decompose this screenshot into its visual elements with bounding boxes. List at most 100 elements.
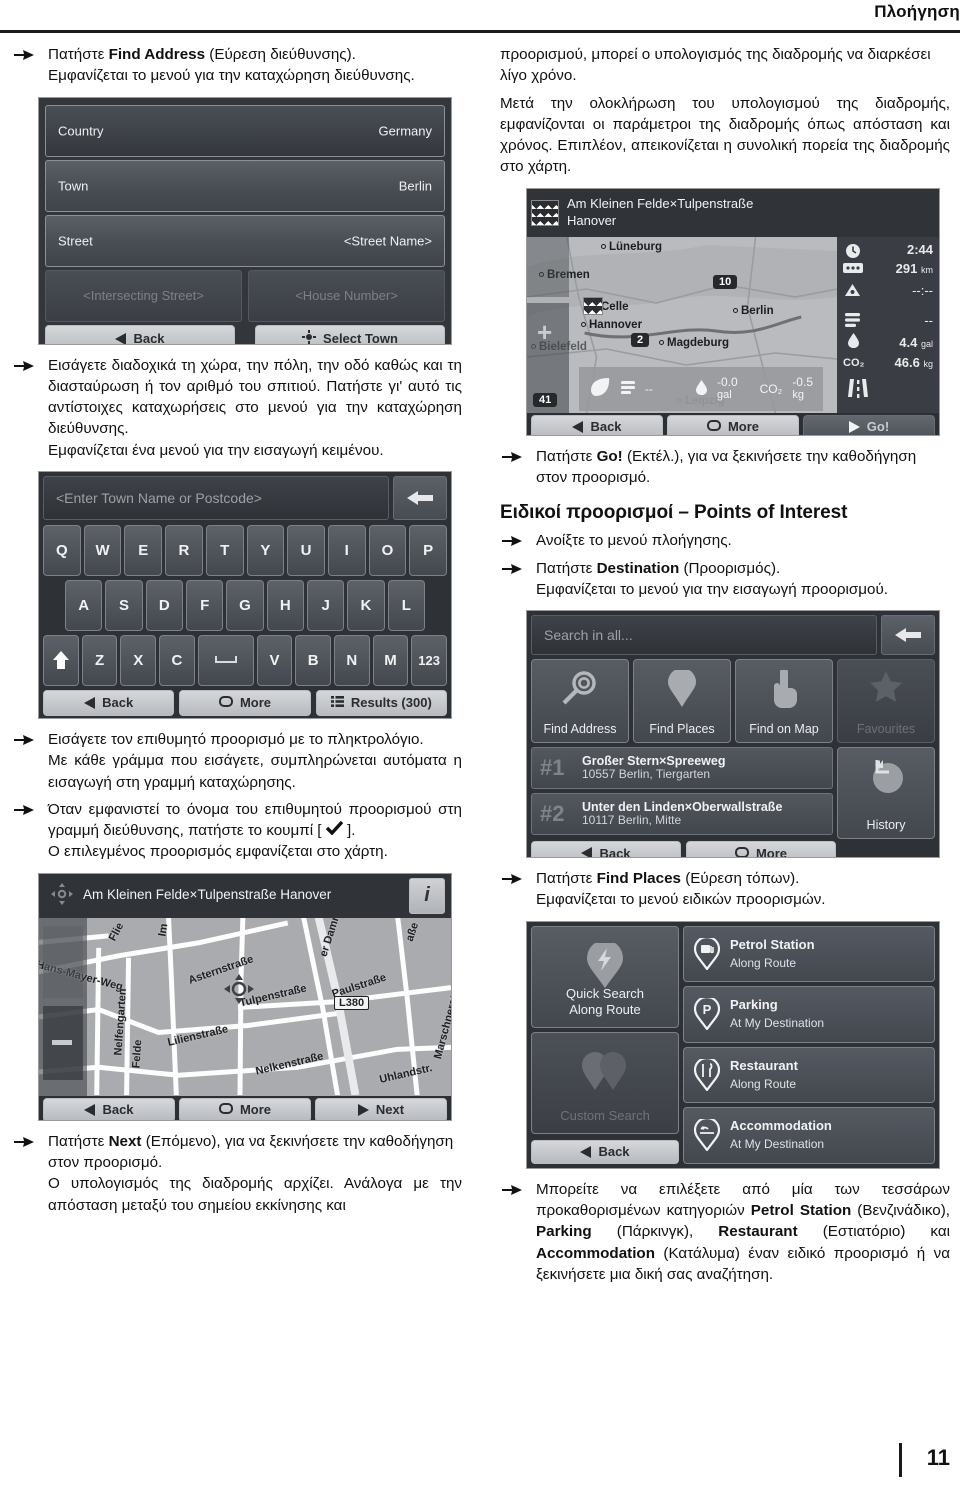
more-button[interactable]: More — [179, 1097, 311, 1120]
favourites-tile[interactable]: Favourites — [837, 659, 935, 744]
screenshot-destination-menu: Search in all... Find Address Find Place… — [526, 610, 940, 859]
find-address-tile[interactable]: Find Address — [531, 659, 629, 744]
back-button[interactable]: Back — [531, 414, 663, 435]
results-button[interactable]: Results (300) — [315, 689, 447, 716]
key-n[interactable]: N — [333, 634, 370, 686]
map-overlay-a — [43, 925, 83, 998]
key-f[interactable]: F — [186, 579, 224, 631]
more-button[interactable]: More — [179, 689, 311, 716]
traffic-value: -- — [645, 381, 653, 396]
poi-text: Restaurant Along Route — [730, 1057, 798, 1091]
text: Πατήστε Find Places (Εύρεση τόπων). — [536, 870, 800, 888]
key-o[interactable]: O — [368, 524, 407, 576]
numbers-key[interactable]: 123 — [411, 634, 447, 686]
key-d[interactable]: D — [145, 579, 183, 631]
more-button[interactable]: More — [686, 841, 836, 858]
map-pin-icon — [634, 668, 730, 716]
more-button[interactable]: More — [667, 414, 799, 435]
back-button[interactable]: Back — [531, 841, 681, 858]
motorway-icon — [847, 377, 869, 399]
key-q[interactable]: Q — [42, 524, 81, 576]
quick-search-tile[interactable]: Quick Search Along Route — [531, 925, 679, 1028]
space-key[interactable] — [197, 634, 254, 686]
info-button[interactable]: i — [409, 877, 445, 914]
map-canvas[interactable]: Flie Im Asternstraße Tulpenstraße er Dam… — [39, 917, 451, 1096]
key-w[interactable]: W — [83, 524, 122, 576]
back-button[interactable]: Back — [43, 689, 175, 716]
recent-destination-1[interactable]: #1 Großer Stern×Spreeweg 10557 Berlin, T… — [531, 747, 833, 790]
label: More — [239, 695, 272, 711]
recent-destination-2[interactable]: #2 Unter den Linden×Oberwallstraße 10117… — [531, 793, 833, 836]
custom-search-tile[interactable]: Custom Search — [531, 1031, 679, 1134]
arrow-left-icon — [581, 847, 593, 858]
key-t[interactable]: T — [205, 524, 244, 576]
note: Ο επιλεγμένος προορισμός εμφανίζεται στο… — [48, 843, 388, 861]
key-z[interactable]: Z — [81, 634, 118, 686]
poi-parking[interactable]: P Parking At My Destination — [683, 986, 935, 1043]
destination-tiles: Find Address Find Places Find on Map Fav… — [531, 659, 935, 744]
key-r[interactable]: R — [165, 524, 203, 576]
star-icon — [838, 670, 934, 712]
key-i[interactable]: I — [327, 524, 366, 576]
address-row-country[interactable]: Country Germany — [45, 104, 445, 157]
next-button[interactable]: Next — [315, 1097, 447, 1120]
travel-time-value: 2:44 — [906, 241, 933, 257]
back-button[interactable]: Back — [43, 1097, 175, 1120]
key-c[interactable]: C — [159, 634, 195, 686]
house-number-button[interactable]: <House Number> — [248, 269, 445, 322]
search-input[interactable]: Search in all... — [531, 615, 877, 656]
key-e[interactable]: E — [124, 524, 163, 576]
key-p[interactable]: P — [409, 524, 448, 576]
label: Street — [58, 233, 93, 249]
backspace-key[interactable] — [393, 475, 447, 520]
footer-rule — [899, 1443, 902, 1477]
poi-accommodation[interactable]: Accommodation At My Destination — [683, 1107, 935, 1164]
header-divider — [0, 30, 960, 33]
address-row-town[interactable]: Town Berlin — [45, 159, 445, 212]
label: Find Places — [649, 722, 715, 737]
text: Όταν εμφανιστεί το όνομα του επιθυμητού … — [48, 800, 462, 840]
arrow-left-icon — [84, 696, 96, 709]
key-j[interactable]: J — [306, 579, 345, 631]
pointing-hand-bullet-icon — [502, 871, 528, 887]
key-y[interactable]: Y — [246, 524, 285, 576]
poi-petrol-station[interactable]: Petrol Station Along Route — [683, 925, 935, 983]
back-button[interactable]: Back — [531, 1139, 679, 1164]
co2-value: 46.6 kg — [894, 354, 933, 370]
label: Select Town — [323, 331, 398, 345]
key-m[interactable]: M — [372, 634, 409, 686]
pointing-hand-bullet-icon — [502, 561, 528, 577]
key-b[interactable]: B — [295, 634, 331, 686]
town-name-input[interactable]: <Enter Town Name or Postcode> — [43, 475, 389, 520]
rank-number: #1 — [540, 755, 565, 781]
shift-key[interactable] — [43, 634, 79, 686]
backspace-key[interactable] — [881, 615, 935, 656]
key-l[interactable]: L — [387, 579, 425, 631]
select-town-button[interactable]: Select Town — [255, 324, 445, 345]
intersecting-street-button[interactable]: <Intersecting Street> — [45, 269, 242, 322]
key-g[interactable]: G — [226, 579, 264, 631]
zoom-in-icon[interactable]: + — [537, 319, 552, 345]
key-s[interactable]: S — [105, 579, 143, 631]
poi-restaurant[interactable]: Restaurant Along Route — [683, 1046, 935, 1104]
history-tile[interactable]: History — [837, 747, 935, 840]
key-h[interactable]: H — [266, 579, 304, 631]
find-on-map-tile[interactable]: Find on Map — [735, 659, 833, 744]
note: Με κάθε γράμμα που εισάγετε, συμπληρώνετ… — [48, 752, 462, 791]
key-v[interactable]: V — [256, 634, 293, 686]
road-shield: 10 — [713, 274, 738, 289]
address-row-street[interactable]: Street <Street Name> — [45, 214, 445, 267]
key-k[interactable]: K — [347, 579, 385, 631]
find-places-tile[interactable]: Find Places — [633, 659, 731, 744]
arrow-left-icon — [572, 420, 584, 433]
key-x[interactable]: X — [120, 634, 157, 686]
route-map-canvas[interactable]: Lüneburg Bremen Celle Hannover Berlin Ma… — [527, 236, 837, 413]
back-button[interactable]: Back — [45, 324, 235, 344]
go-button[interactable]: Go! — [803, 414, 935, 435]
label: History — [866, 818, 906, 833]
key-u[interactable]: U — [287, 524, 325, 576]
checkmark-icon — [325, 820, 344, 838]
move-cursor-icon — [51, 883, 73, 908]
zoom-out-icon[interactable] — [52, 1039, 72, 1045]
key-a[interactable]: A — [65, 579, 103, 631]
